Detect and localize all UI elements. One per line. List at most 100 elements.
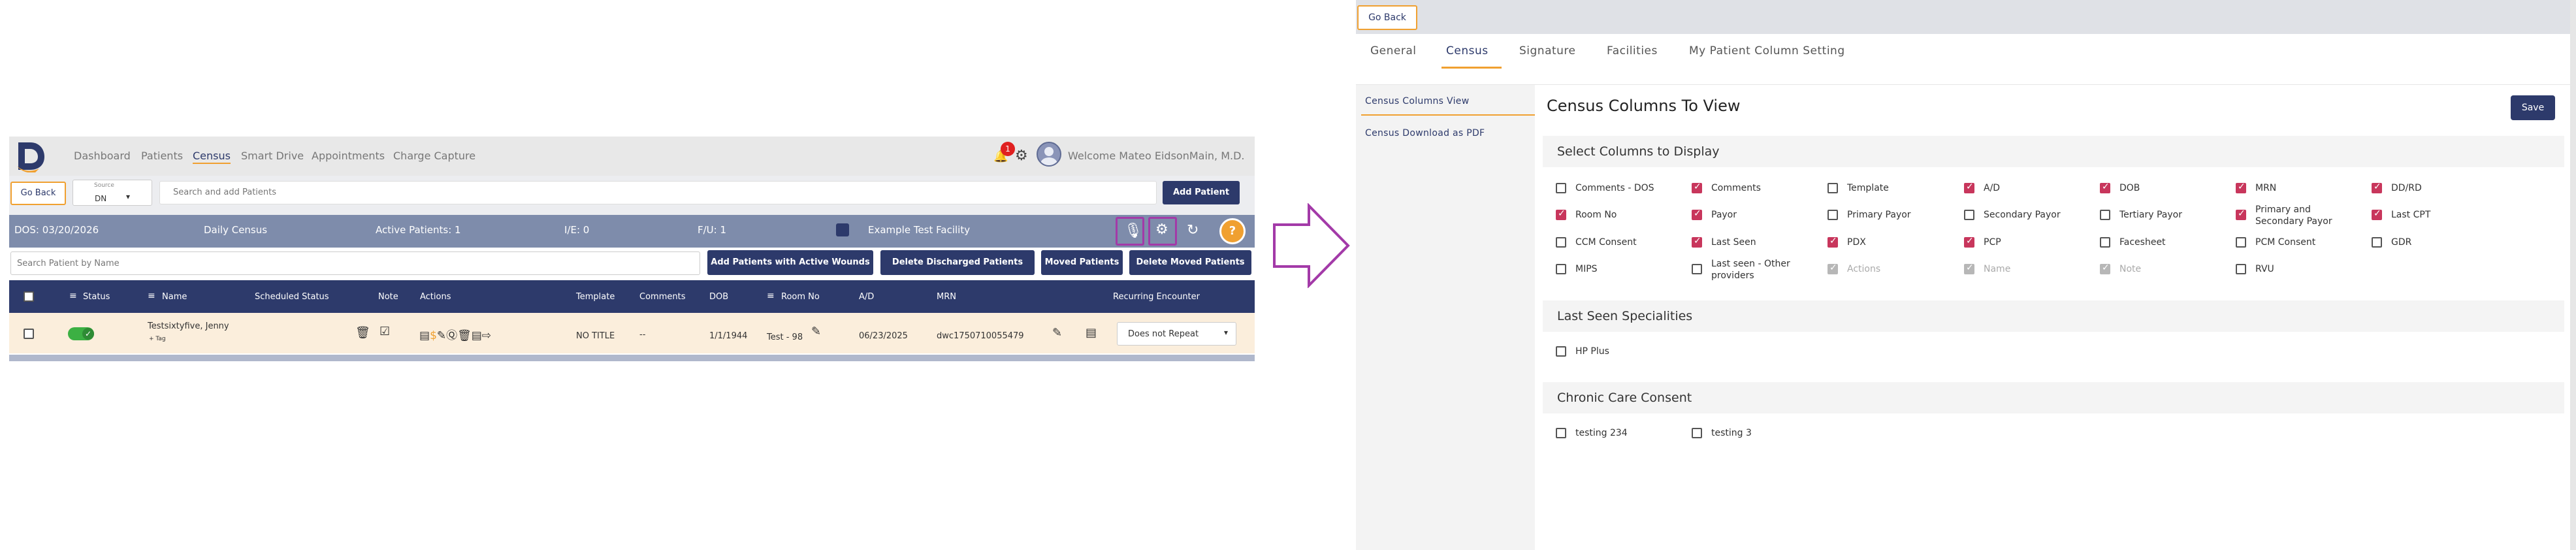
checkbox-testing-234[interactable] xyxy=(1556,428,1566,438)
th-status[interactable]: Status xyxy=(83,292,110,302)
label-ccm-consent: CCM Consent xyxy=(1575,237,1637,248)
nav-smart-drive[interactable]: Smart Drive xyxy=(241,150,304,162)
search-patient-input[interactable]: Search Patient by Name xyxy=(10,251,700,275)
checkbox-mips[interactable] xyxy=(1556,264,1566,274)
row-dob: 1/1/1944 xyxy=(709,331,748,341)
checkbox-rvu[interactable] xyxy=(2236,264,2246,274)
add-tag-link[interactable]: + Tag xyxy=(149,336,166,342)
checkbox-primary-and-secondary-payor[interactable] xyxy=(2236,208,2246,220)
th-room-no[interactable]: Room No xyxy=(781,292,820,302)
th-ad: A/D xyxy=(859,292,875,302)
th-note: Note xyxy=(378,292,398,302)
label-mrn: MRN xyxy=(2255,183,2277,193)
checkbox-facesheet[interactable] xyxy=(2100,237,2110,248)
checkbox-pcp[interactable] xyxy=(1964,236,1974,248)
checkbox-dd-rd[interactable] xyxy=(2372,182,2382,193)
section-title-select-columns: Select Columns to Display xyxy=(1557,144,1720,159)
label-primary-and-secondary-payor: Primary and Secondary Payor xyxy=(2255,204,2332,227)
source-value: DN xyxy=(95,194,107,203)
sort-icon[interactable]: ≡ xyxy=(69,291,77,301)
gear-icon[interactable]: ⚙ xyxy=(1015,148,1028,164)
nav-patients[interactable]: Patients xyxy=(141,150,183,162)
th-comments: Comments xyxy=(639,292,686,302)
checkbox-pdx[interactable] xyxy=(1827,236,1838,248)
checkbox-last-seen-other-providers[interactable] xyxy=(1692,264,1702,274)
checkbox-primary-payor[interactable] xyxy=(1827,210,1838,220)
checkbox-last-cpt[interactable] xyxy=(2372,208,2382,220)
nav-census[interactable]: Census xyxy=(193,150,231,164)
section-title-chronic-care: Chronic Care Consent xyxy=(1557,391,1692,405)
nav-dashboard[interactable]: Dashboard xyxy=(74,150,131,162)
add-active-wounds-button[interactable]: Add Patients with Active Wounds xyxy=(707,250,873,275)
checkbox-gdr[interactable] xyxy=(2372,237,2382,248)
horizontal-scrollbar[interactable] xyxy=(9,355,1255,361)
checkbox-testing-3[interactable] xyxy=(1692,428,1702,438)
th-name[interactable]: Name xyxy=(162,292,187,302)
label-testing-3: testing 3 xyxy=(1711,428,1752,438)
label-pcp: PCP xyxy=(1984,237,2001,248)
sidebar-item-census-columns-view[interactable]: Census Columns View xyxy=(1365,96,1469,106)
help-button[interactable]: ? xyxy=(1219,218,1246,244)
nav-charge-capture[interactable]: Charge Capture xyxy=(393,150,475,162)
checkbox-comments[interactable] xyxy=(1692,182,1702,193)
settings-button[interactable]: ⚙ xyxy=(1148,217,1177,246)
label-rvu: RVU xyxy=(2255,264,2274,274)
select-all-checkbox[interactable] xyxy=(24,291,34,302)
delete-moved-button[interactable]: Delete Moved Patients xyxy=(1129,250,1251,275)
delete-discharged-button[interactable]: Delete Discharged Patients xyxy=(880,250,1035,275)
row-checkbox[interactable] xyxy=(24,329,34,339)
add-patient-button[interactable]: Add Patient xyxy=(1163,181,1240,204)
checkbox-last-seen[interactable] xyxy=(1692,236,1702,248)
refresh-icon[interactable]: ↻ xyxy=(1187,222,1199,238)
section-header-specialities xyxy=(1543,300,2564,332)
checkbox-a-d[interactable] xyxy=(1964,182,1974,193)
row-action-icons[interactable]: ▤$✎Ⓠ🗑▤⇨ xyxy=(419,326,491,342)
trash-icon[interactable]: 🗑 xyxy=(355,326,370,340)
checkbox-payor[interactable] xyxy=(1692,208,1702,220)
section-title-specialities: Last Seen Specialities xyxy=(1557,309,1693,323)
nav-appointments[interactable]: Appointments xyxy=(312,150,385,162)
active-sidebar-indicator xyxy=(1361,114,1535,116)
tab-facilities[interactable]: Facilities xyxy=(1607,44,1658,57)
tab-my-patient-column-setting[interactable]: My Patient Column Setting xyxy=(1689,44,1845,57)
edit-note-icon[interactable]: ✎ xyxy=(1052,326,1062,340)
moved-patients-button[interactable]: Moved Patients xyxy=(1041,250,1123,275)
settings-sidebar xyxy=(1356,85,1535,550)
label-gdr: GDR xyxy=(2391,237,2412,248)
checkbox-hp-plus[interactable] xyxy=(1556,346,1566,357)
go-back-button[interactable]: Go Back xyxy=(10,182,66,205)
checkbox-secondary-payor[interactable] xyxy=(1964,210,1974,220)
sidebar-item-census-download-pdf[interactable]: Census Download as PDF xyxy=(1365,128,1485,138)
checkbox-dob[interactable] xyxy=(2100,182,2110,193)
mic-button[interactable]: 🎙 xyxy=(1116,217,1144,246)
tab-general[interactable]: General xyxy=(1370,44,1417,57)
row-comments[interactable]: -- xyxy=(639,330,645,340)
status-toggle[interactable] xyxy=(68,327,94,340)
checkbox-comments-dos[interactable] xyxy=(1556,183,1566,193)
checkbox-template[interactable] xyxy=(1827,183,1838,193)
recurring-encounter-select[interactable]: Does not Repeat xyxy=(1117,322,1236,346)
page-title: Census Columns To View xyxy=(1547,97,1741,115)
avatar[interactable] xyxy=(1037,142,1061,167)
sort-icon[interactable]: ≡ xyxy=(148,291,155,301)
census-screen: Dashboard Patients Census Smart Drive Ap… xyxy=(9,137,1255,362)
checkbox-room-no[interactable] xyxy=(1556,208,1566,220)
vertical-scrollbar[interactable] xyxy=(2570,0,2576,550)
checkbox-pcm-consent[interactable] xyxy=(2236,237,2246,248)
patient-search-input[interactable]: Search and add Patients xyxy=(159,181,1157,204)
patient-name[interactable]: Testsixtyfive, Jenny xyxy=(148,321,229,331)
label-pdx: PDX xyxy=(1847,237,1866,248)
active-tab-indicator xyxy=(1441,67,1502,69)
checkbox-mrn[interactable] xyxy=(2236,182,2246,193)
checkbox-tertiary-payor[interactable] xyxy=(2100,210,2110,220)
note-check-icon[interactable]: ☑ xyxy=(379,325,390,338)
save-button[interactable]: Save xyxy=(2511,95,2555,120)
tab-signature[interactable]: Signature xyxy=(1519,44,1576,57)
tab-census[interactable]: Census xyxy=(1446,44,1489,57)
go-back-button[interactable]: Go Back xyxy=(1357,5,1417,30)
checkbox-ccm-consent[interactable] xyxy=(1556,237,1566,248)
sort-icon[interactable]: ≡ xyxy=(767,291,775,301)
label-dd-rd: DD/RD xyxy=(2391,183,2422,193)
document-icon[interactable]: ▤ xyxy=(1086,326,1097,340)
edit-icon[interactable]: ✎ xyxy=(811,325,821,338)
